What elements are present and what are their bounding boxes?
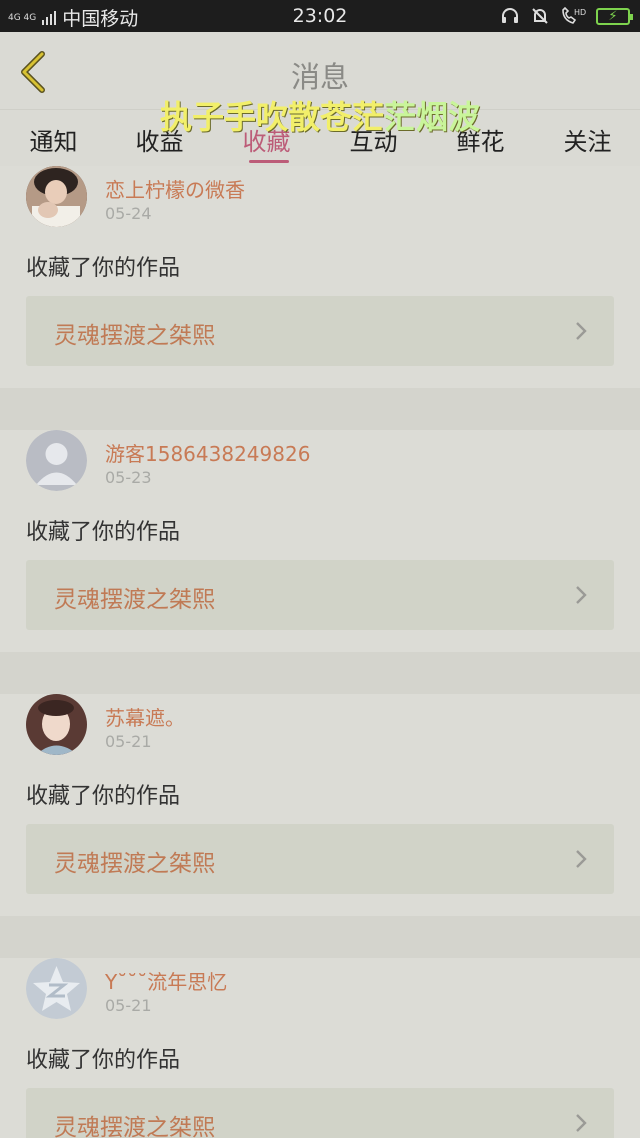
- chevron-right-icon: [576, 586, 587, 604]
- work-link[interactable]: 灵魂摆渡之桀熙: [26, 296, 614, 366]
- work-link[interactable]: 灵魂摆渡之桀熙: [26, 824, 614, 894]
- mute-bell-icon: [530, 6, 550, 26]
- user-name[interactable]: 恋上柠檬の微香: [105, 174, 245, 203]
- page-title: 消息: [290, 60, 349, 94]
- caption-part-2: 茫烟波: [384, 98, 481, 136]
- item-date: 05-24: [105, 204, 152, 223]
- action-text: 收藏了你的作品: [26, 784, 181, 809]
- user-name[interactable]: 苏幕遮。: [105, 702, 185, 731]
- avatar[interactable]: [26, 958, 87, 1019]
- chevron-right-icon: [576, 322, 587, 340]
- chevron-right-icon: [576, 1114, 587, 1132]
- status-bar: 4G 4G 中国移动 23:02 HD ⚡: [0, 0, 640, 32]
- svg-text:HD: HD: [574, 8, 586, 17]
- avatar[interactable]: [26, 430, 87, 491]
- headset-icon: [500, 6, 520, 26]
- action-text: 收藏了你的作品: [26, 256, 181, 281]
- caption-part-1: 执子手吹散苍茫: [159, 98, 384, 136]
- list-item: 游客1586438249826 05-23 收藏了你的作品 灵魂摆渡之桀熙: [0, 430, 640, 652]
- active-tab-indicator: [249, 160, 289, 163]
- qzone-icon: [26, 958, 87, 1019]
- avatar[interactable]: [26, 166, 87, 227]
- item-date: 05-21: [105, 732, 152, 751]
- overlay-caption: 执子手吹散苍茫茫烟波: [0, 92, 640, 138]
- list-item: 苏幕遮。 05-21 收藏了你的作品 灵魂摆渡之桀熙: [0, 694, 640, 916]
- user-name[interactable]: Y˘˘˘流年思忆: [105, 966, 227, 995]
- action-text: 收藏了你的作品: [26, 520, 181, 545]
- divider: [0, 388, 640, 430]
- work-link[interactable]: 灵魂摆渡之桀熙: [26, 1088, 614, 1138]
- divider: [0, 916, 640, 958]
- divider: [0, 652, 640, 694]
- work-title: 灵魂摆渡之桀熙: [54, 851, 215, 877]
- item-date: 05-23: [105, 468, 152, 487]
- battery-charging-icon: ⚡: [596, 7, 633, 25]
- work-link[interactable]: 灵魂摆渡之桀熙: [26, 560, 614, 630]
- item-date: 05-21: [105, 996, 152, 1015]
- list-item: Y˘˘˘流年思忆 05-21 收藏了你的作品 灵魂摆渡之桀熙: [0, 958, 640, 1138]
- action-text: 收藏了你的作品: [26, 1048, 181, 1073]
- work-title: 灵魂摆渡之桀熙: [54, 323, 215, 349]
- avatar[interactable]: [26, 694, 87, 755]
- list-item: 恋上柠檬の微香 05-24 收藏了你的作品 灵魂摆渡之桀熙: [0, 166, 640, 388]
- user-name[interactable]: 游客1586438249826: [105, 438, 310, 467]
- work-title: 灵魂摆渡之桀熙: [54, 1115, 215, 1138]
- chevron-right-icon: [576, 850, 587, 868]
- work-title: 灵魂摆渡之桀熙: [54, 587, 215, 613]
- hd-call-icon: HD: [560, 6, 586, 26]
